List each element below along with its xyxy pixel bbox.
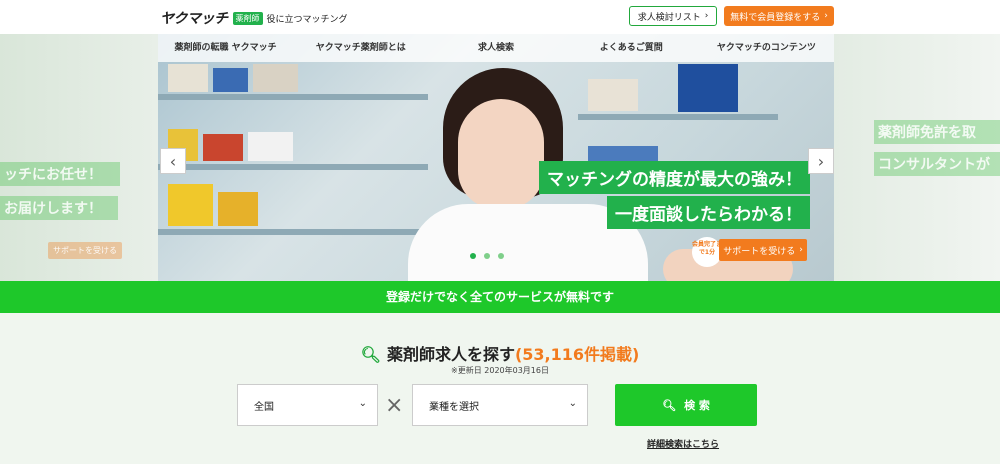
job-count: (53,116件掲載)	[514, 345, 640, 364]
support-label: サポートを受ける	[723, 246, 796, 257]
region-select[interactable]: 全国 ⌄	[237, 384, 378, 426]
product-box	[168, 184, 213, 226]
nav-item-about[interactable]: ヤクマッチ薬剤師とは	[293, 34, 428, 62]
registration-time-badge: 会員完了まで1分	[692, 237, 722, 267]
product-box	[218, 192, 258, 226]
shelf	[578, 114, 778, 120]
shelf	[158, 164, 428, 170]
product-box	[253, 64, 298, 92]
product-box	[588, 79, 638, 111]
logo[interactable]: ヤクマッチ 薬剤師 役に立つマッチング	[160, 8, 348, 28]
carousel-next-button[interactable]: ›	[808, 148, 834, 174]
shelf	[158, 229, 428, 235]
chevron-right-icon: ›	[704, 11, 709, 21]
chevron-left-icon: ‹	[169, 151, 177, 171]
ghost-caption: コンサルタントが	[874, 152, 1000, 176]
business-type-value: 業種を選択	[429, 401, 479, 413]
advanced-search-link[interactable]: 詳細検索はこちら	[647, 437, 719, 450]
site-header: ヤクマッチ 薬剤師 役に立つマッチング 求人検討リスト › 無料で会員登録をする…	[0, 0, 1000, 34]
carousel-dot[interactable]	[470, 253, 476, 259]
nav-item-faq[interactable]: よくあるご質問	[564, 34, 699, 62]
ghost-caption: 薬剤師免許を取	[874, 120, 1000, 144]
nav-item-contents[interactable]: ヤクマッチのコンテンツ	[699, 34, 834, 62]
chevron-right-icon: ›	[799, 245, 803, 255]
cross-icon: ×	[385, 393, 404, 418]
carousel-dot[interactable]	[498, 253, 504, 259]
job-list-label: 求人検討リスト	[637, 12, 701, 23]
nav-item-job-search[interactable]: 求人検索	[428, 34, 563, 62]
hero-caption-primary: マッチングの精度が最大の強み！	[539, 161, 810, 194]
register-button[interactable]: 無料で会員登録をする ›	[724, 6, 834, 26]
product-box	[248, 132, 293, 161]
support-button[interactable]: サポートを受ける ›	[719, 239, 807, 261]
logo-badge: 薬剤師	[232, 11, 263, 25]
search-icon: 🔍︎	[662, 398, 677, 412]
carousel-prev-button[interactable]: ‹	[160, 148, 186, 174]
search-button[interactable]: 🔍︎ 検 索	[615, 384, 757, 426]
logo-text: ヤクマッチ	[160, 11, 228, 27]
search-title-text: 薬剤師求人を探す	[386, 345, 515, 364]
carousel-dot[interactable]	[484, 253, 490, 259]
chevron-down-icon: ⌄	[568, 398, 577, 409]
shelf	[158, 94, 428, 100]
pharmacist-face	[458, 99, 544, 209]
carousel-dots	[470, 253, 504, 259]
ghost-support-button: サポートを受ける	[48, 242, 122, 259]
hero-caption-secondary: 一度面談したらわかる！	[607, 196, 810, 229]
ghost-caption: お届けします！	[0, 196, 118, 220]
job-list-button[interactable]: 求人検討リスト ›	[629, 6, 717, 26]
nav-item-home[interactable]: 薬剤師の転職 ヤクマッチ	[158, 34, 293, 62]
product-box	[678, 64, 738, 112]
chevron-right-icon: ›	[817, 151, 825, 171]
chevron-right-icon: ›	[824, 11, 828, 21]
product-box	[213, 68, 248, 92]
search-button-label: 検 索	[684, 399, 710, 412]
job-search-section: 🔍︎ 薬剤師求人を探す(53,116件掲載) ※更新日 2020年03月16日 全…	[0, 313, 1000, 464]
chevron-down-icon: ⌄	[358, 398, 367, 409]
register-label: 無料で会員登録をする	[730, 12, 821, 23]
updated-date: ※更新日 2020年03月16日	[451, 366, 549, 375]
product-box	[168, 64, 208, 92]
search-heading: 🔍︎ 薬剤師求人を探す(53,116件掲載)	[0, 341, 1000, 365]
business-type-select[interactable]: 業種を選択 ⌄	[412, 384, 588, 426]
product-box	[203, 134, 243, 161]
region-select-value: 全国	[254, 401, 274, 413]
free-service-banner: 登録だけでなく全てのサービスが無料です	[0, 281, 1000, 313]
ghost-caption: ッチにお任せ！	[0, 162, 120, 186]
main-nav: 薬剤師の転職 ヤクマッチ ヤクマッチ薬剤師とは 求人検索 よくあるご質問 ヤクマ…	[158, 34, 834, 62]
logo-tagline: 役に立つマッチング	[266, 14, 348, 25]
search-icon: 🔍︎	[360, 345, 381, 364]
